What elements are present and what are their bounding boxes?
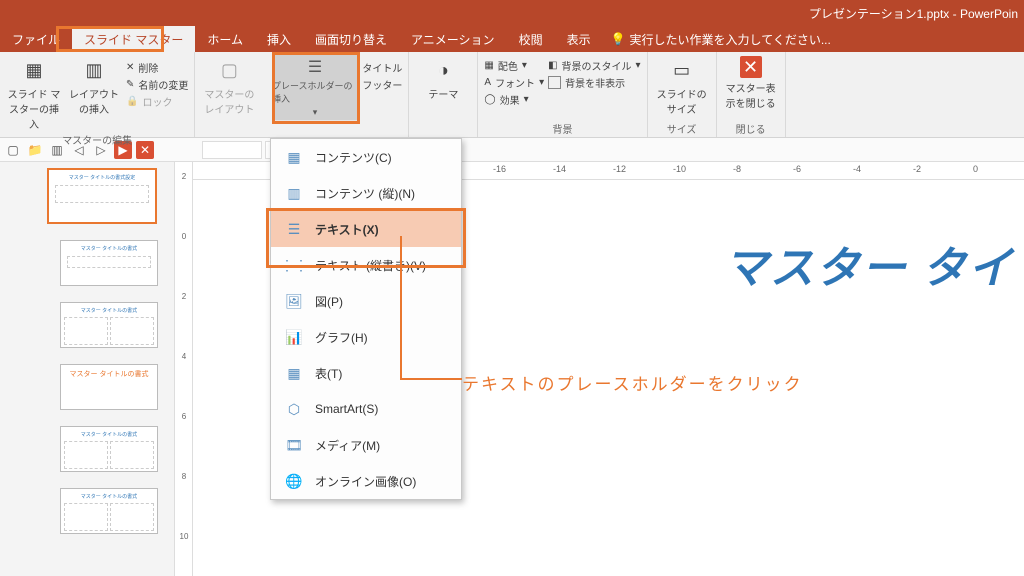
placeholder-list-icon: ☰ — [308, 57, 322, 77]
insert-layout-button[interactable]: ▥ レイアウトの挿入 — [66, 54, 122, 131]
media-icon: 🎞 — [283, 435, 305, 455]
master-layout-icon: ▢ — [215, 56, 243, 84]
colors-button[interactable]: ▦配色 ▾ — [484, 58, 544, 73]
dropdown-media[interactable]: 🎞メディア(M) — [271, 427, 461, 463]
dropdown-text-vertical[interactable]: ⋮⋮テキスト (縦書き)(V) — [271, 247, 461, 283]
fonts-button[interactable]: Aフォント ▾ — [484, 75, 544, 90]
effects-icon: ◯ — [484, 94, 495, 105]
title-bar: プレゼンテーション1.pptx - PowerPoin — [0, 0, 1024, 26]
content-v-icon: ▥ — [283, 183, 305, 203]
fonts-icon: A — [484, 77, 491, 88]
chart-icon: 📊 — [283, 327, 305, 347]
close-master-button[interactable]: ✕ マスター表示を閉じる — [723, 54, 779, 110]
tab-file[interactable]: ファイル — [0, 26, 72, 52]
tab-animations[interactable]: アニメーション — [399, 26, 507, 52]
layout-icon: ▥ — [80, 56, 108, 84]
annotation-connector — [400, 236, 402, 379]
group-label-close: 閉じる — [723, 120, 779, 137]
lock-button[interactable]: 🔒ロック — [126, 94, 188, 109]
dropdown-smartart[interactable]: ⬡SmartArt(S) — [271, 391, 461, 427]
delete-button[interactable]: ✕削除 — [126, 60, 188, 75]
layout-thumbnail[interactable]: マスター タイトルの書式 — [60, 488, 158, 534]
layout-thumbnail[interactable]: マスター タイトルの書式 — [60, 302, 158, 348]
master-thumbnail[interactable]: マスター タイトルの書式設定 — [47, 168, 157, 224]
online-image-icon: 🌐 — [283, 471, 305, 491]
layout-thumbnail[interactable]: マスター タイトルの書式 — [60, 364, 158, 410]
group-label-layout — [201, 124, 402, 137]
master-title-placeholder[interactable]: マスター タイ — [724, 232, 1014, 296]
table-icon: ▦ — [283, 363, 305, 383]
tab-view[interactable]: 表示 — [555, 26, 603, 52]
annotation-connector — [400, 378, 462, 380]
bg-styles-button[interactable]: ◧背景のスタイル ▾ — [548, 58, 640, 73]
vertical-ruler: 2 0 2 4 6 8 10 — [175, 162, 193, 576]
annotation-text: テキストのプレースホルダーをクリック — [462, 370, 803, 395]
hide-bg-checkbox[interactable]: 背景を非表示 — [548, 75, 640, 90]
effects-button[interactable]: ◯効果 ▾ — [484, 92, 544, 107]
dropdown-content-vertical[interactable]: ▥コンテンツ (縦)(N) — [271, 175, 461, 211]
delete-icon: ✕ — [126, 62, 134, 73]
ribbon: ▦ スライド マスターの挿入 ▥ レイアウトの挿入 ✕削除 ✎名前の変更 🔒ロッ… — [0, 52, 1024, 138]
dropdown-arrow-icon: ▾ — [313, 107, 318, 118]
tell-me-placeholder: 実行したい作業を入力してください... — [630, 31, 831, 48]
slide-size-button[interactable]: ▭ スライドのサイズ — [654, 54, 710, 116]
slide-master-icon: ▦ — [20, 56, 48, 84]
themes-button[interactable]: ◑ テーマ — [415, 54, 471, 101]
tab-insert[interactable]: 挿入 — [255, 26, 303, 52]
close-icon: ✕ — [740, 56, 762, 78]
workspace: マスター タイトルの書式設定 マスター タイトルの書式 マスター タイトルの書式… — [0, 162, 1024, 576]
text-icon: ☰ — [283, 219, 305, 239]
dropdown-table[interactable]: ▦表(T) — [271, 355, 461, 391]
picture-icon: 🖼 — [283, 291, 305, 311]
app-title: プレゼンテーション1.pptx - PowerPoin — [809, 5, 1018, 22]
text-v-icon: ⋮⋮ — [283, 255, 305, 275]
content-icon: ▦ — [283, 147, 305, 167]
themes-icon: ◑ — [429, 56, 457, 84]
tab-home[interactable]: ホーム — [195, 26, 255, 52]
rename-button[interactable]: ✎名前の変更 — [126, 77, 188, 92]
group-label-bg: 背景 — [484, 120, 640, 137]
bg-styles-icon: ◧ — [548, 60, 557, 71]
master-layout-button[interactable]: ▢ マスターのレイアウト — [201, 54, 257, 116]
lightbulb-icon: 💡 — [611, 32, 626, 46]
tab-slide-master[interactable]: スライド マスター — [72, 26, 195, 52]
insert-slide-master-button[interactable]: ▦ スライド マスターの挿入 — [6, 54, 62, 131]
colors-icon: ▦ — [484, 60, 493, 71]
slide-size-icon: ▭ — [668, 56, 696, 84]
smartart-icon: ⬡ — [283, 399, 305, 419]
group-label-edit: マスターの編集 — [6, 131, 188, 148]
dropdown-online-image[interactable]: 🌐オンライン画像(O) — [271, 463, 461, 499]
tab-review[interactable]: 校閲 — [507, 26, 555, 52]
dropdown-chart[interactable]: 📊グラフ(H) — [271, 319, 461, 355]
tab-transitions[interactable]: 画面切り替え — [303, 26, 399, 52]
layout-thumbnail[interactable]: マスター タイトルの書式 — [60, 240, 158, 286]
layout-thumbnail[interactable]: マスター タイトルの書式 — [60, 426, 158, 472]
dropdown-text[interactable]: ☰テキスト(X) — [271, 211, 461, 247]
dropdown-picture[interactable]: 🖼図(P) — [271, 283, 461, 319]
group-label-themes — [415, 124, 471, 137]
rename-icon: ✎ — [126, 79, 134, 90]
tell-me[interactable]: 💡 実行したい作業を入力してください... — [603, 26, 839, 52]
lock-icon: 🔒 — [126, 96, 138, 107]
insert-placeholder-active[interactable]: ☰ プレースホルダーの挿入 ▾ — [272, 54, 358, 120]
ribbon-tabs: ファイル スライド マスター ホーム 挿入 画面切り替え アニメーション 校閲 … — [0, 26, 1024, 52]
thumbnails-pane[interactable]: マスター タイトルの書式設定 マスター タイトルの書式 マスター タイトルの書式… — [0, 162, 175, 576]
group-label-size: サイズ — [654, 120, 710, 137]
font-name[interactable] — [202, 141, 262, 159]
dropdown-content[interactable]: ▦コンテンツ(C) — [271, 139, 461, 175]
placeholder-dropdown: ▦コンテンツ(C) ▥コンテンツ (縦)(N) ☰テキスト(X) ⋮⋮テキスト … — [270, 138, 462, 500]
